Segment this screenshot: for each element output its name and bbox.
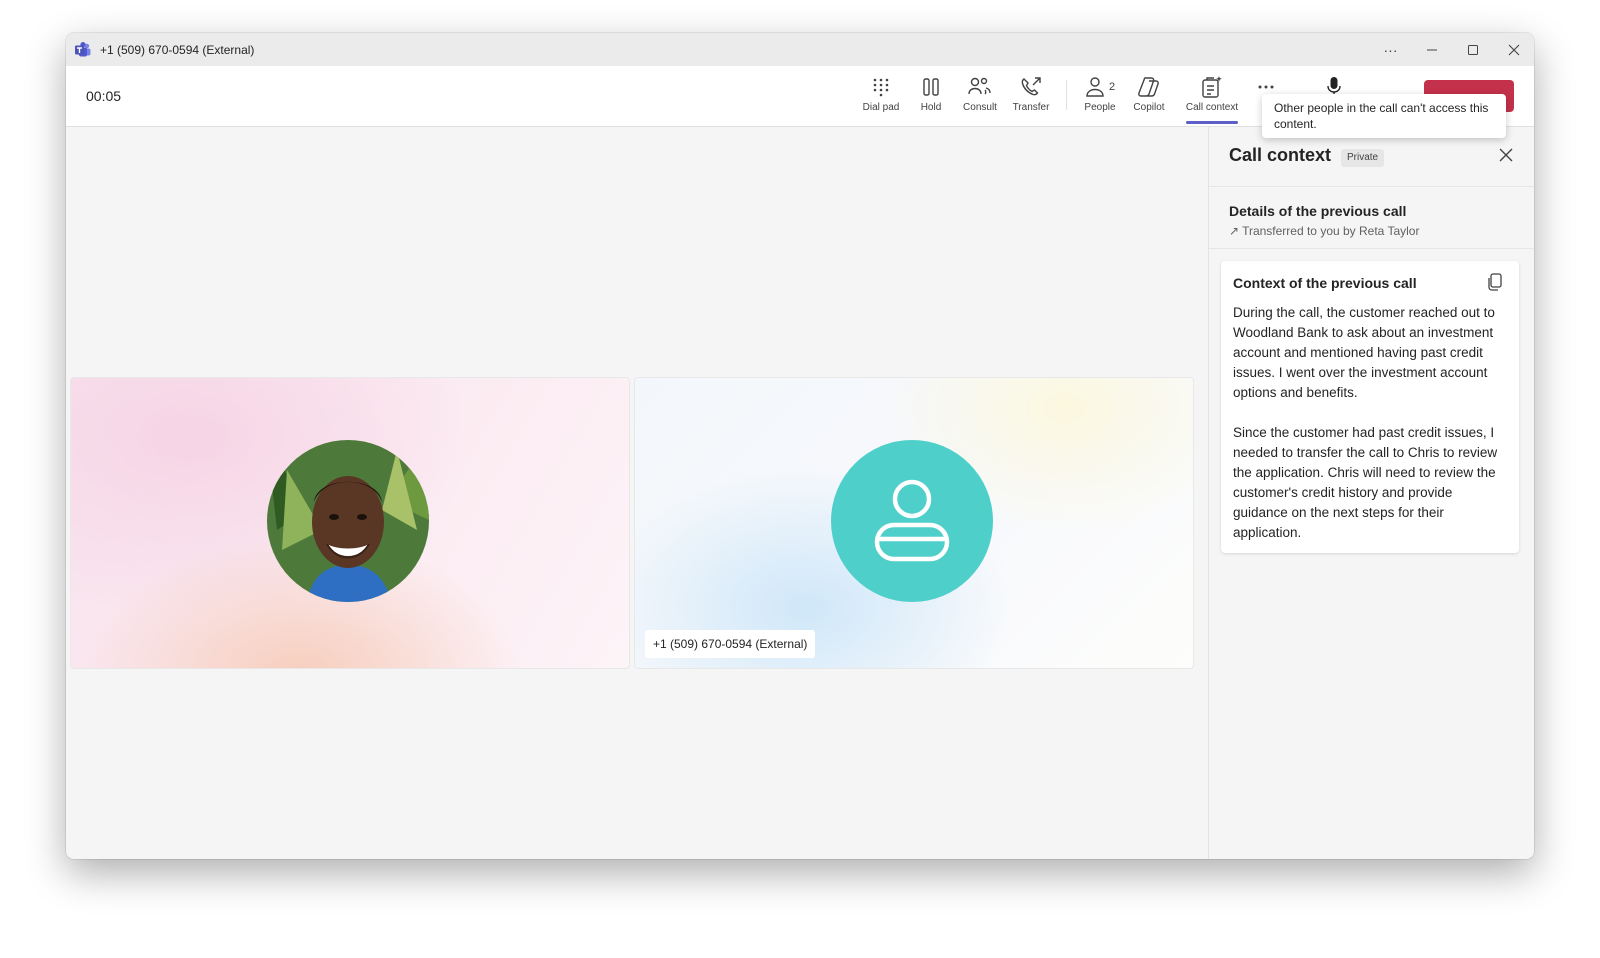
close-window-button[interactable] — [1493, 33, 1534, 66]
hold-label: Hold — [920, 102, 942, 113]
toolbar-divider — [1066, 80, 1067, 110]
consult-icon — [968, 74, 992, 100]
participant-name-tag: +1 (509) 670-0594 (External) — [645, 630, 816, 658]
copy-button[interactable] — [1487, 273, 1503, 291]
call-context-button[interactable]: Call context — [1180, 74, 1244, 120]
avatar — [267, 440, 429, 602]
consult-button[interactable]: Consult — [960, 74, 1000, 120]
video-stage: +1 (509) 670-0594 (External) — [66, 127, 1208, 859]
previous-call-details: Details of the previous call ↗ Transferr… — [1209, 187, 1534, 249]
window-title: +1 (509) 670-0594 (External) — [100, 42, 255, 57]
minimize-button[interactable] — [1411, 33, 1452, 66]
details-title: Details of the previous call — [1229, 203, 1407, 219]
panel-title: Call context — [1229, 145, 1332, 165]
people-button[interactable]: 2 People — [1080, 74, 1120, 120]
context-summary: During the call, the customer reached ou… — [1233, 303, 1509, 543]
person-icon — [1086, 77, 1104, 97]
generic-person-icon — [874, 479, 950, 562]
context-paragraph: During the call, the customer reached ou… — [1233, 305, 1495, 400]
transfer-button[interactable]: Transfer — [1011, 74, 1051, 120]
call-context-label: Call context — [1185, 102, 1239, 113]
consult-label: Consult — [963, 102, 997, 113]
copilot-button[interactable]: Copilot — [1130, 74, 1168, 120]
transfer-info: Transferred to you by Reta Taylor — [1242, 224, 1420, 238]
more-icon: ··· — [1383, 41, 1398, 58]
dialpad-icon — [872, 74, 890, 100]
close-icon — [1508, 44, 1519, 55]
participant-tile[interactable] — [70, 377, 630, 669]
participant-tile[interactable]: +1 (509) 670-0594 (External) — [634, 377, 1194, 669]
transfer-label: Transfer — [1012, 102, 1050, 113]
call-context-panel: Call context Private Details of the prev… — [1208, 127, 1534, 859]
avatar — [831, 440, 993, 602]
hold-button[interactable]: Hold — [915, 74, 947, 120]
context-paragraph: Since the customer had past credit issue… — [1233, 425, 1498, 540]
context-title: Context of the previous call — [1233, 275, 1417, 291]
copilot-icon — [1137, 74, 1161, 100]
title-bar: +1 (509) 670-0594 (External) ··· — [66, 33, 1534, 66]
dial-pad-label: Dial pad — [862, 102, 900, 113]
call-timer: 00:05 — [86, 88, 122, 104]
private-badge: Private — [1341, 149, 1385, 167]
call-context-icon — [1201, 74, 1223, 100]
people-count: 2 — [1108, 81, 1116, 93]
copilot-label: Copilot — [1133, 102, 1165, 113]
teams-icon — [74, 41, 92, 59]
maximize-button[interactable] — [1452, 33, 1493, 66]
arrow-up-right-icon: ↗ — [1229, 224, 1240, 238]
minimize-icon — [1426, 49, 1437, 50]
call-window: +1 (509) 670-0594 (External) ··· 00:05 D… — [66, 33, 1534, 859]
dial-pad-button[interactable]: Dial pad — [859, 74, 903, 120]
more-options-button[interactable]: ··· — [1370, 33, 1411, 66]
people-label: People — [1084, 102, 1116, 113]
maximize-icon — [1467, 44, 1478, 55]
close-panel-button[interactable] — [1498, 147, 1514, 163]
active-tab-indicator — [1186, 121, 1238, 124]
copy-icon — [1488, 273, 1502, 291]
call-context-tooltip: Other people in the call can't access th… — [1262, 94, 1506, 138]
close-icon — [1499, 148, 1513, 162]
context-card: Context of the previous call During the … — [1221, 261, 1519, 553]
pause-icon — [922, 74, 940, 100]
transfer-icon — [1020, 74, 1042, 100]
